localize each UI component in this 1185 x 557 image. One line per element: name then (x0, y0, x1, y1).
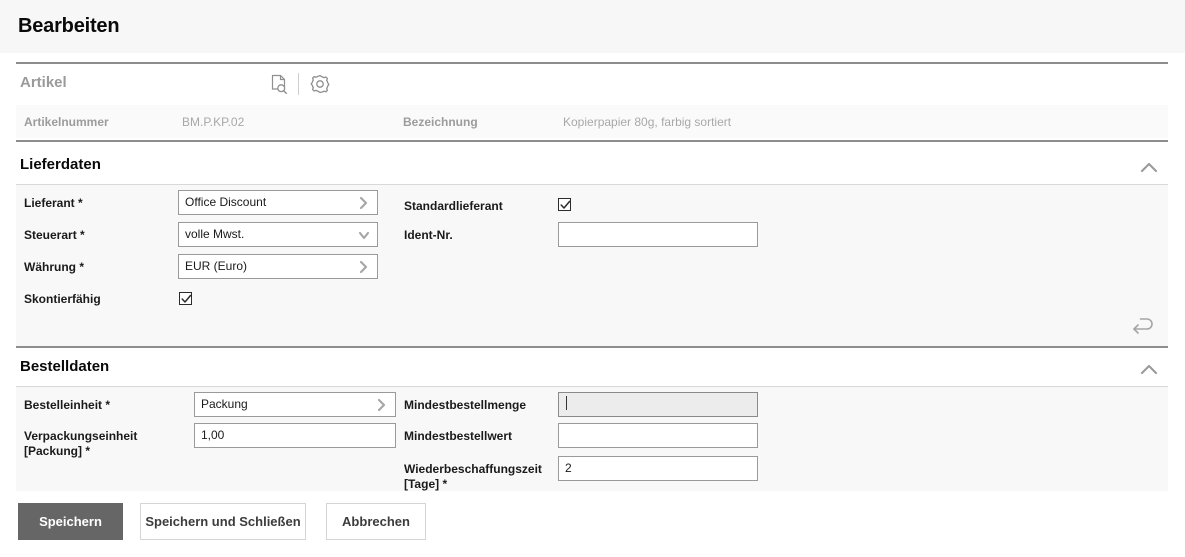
value-help-arrow-icon (357, 195, 371, 211)
undo-arrow-icon[interactable] (1130, 315, 1158, 337)
article-info-row: Artikelnummer BM.P.KP.02 Bezeichnung Kop… (16, 105, 1168, 138)
lieferant-required-marker: * (78, 196, 83, 210)
bestelldaten-section-header: Bestelldaten (16, 358, 1168, 384)
bestelldaten-title: Bestelldaten (20, 358, 110, 375)
bestelleinheit-input[interactable]: Packung (194, 392, 396, 417)
waehrung-label-text: Währung (24, 260, 76, 274)
save-and-close-button[interactable]: Speichern und Schließen (140, 503, 306, 540)
bestelldaten-panel: Bestelleinheit * Packung Verpackungseinh… (16, 387, 1168, 491)
waehrung-label: Währung * (24, 260, 84, 275)
waehrung-value: EUR (Euro) (185, 259, 248, 273)
verpackungseinheit-label-line1: Verpackungseinheit (24, 429, 138, 443)
article-section-header: Artikel (16, 64, 1168, 104)
wiederbeschaffungszeit-label-line1: Wiederbeschaffungszeit (404, 462, 542, 476)
skontierfaehig-checkbox[interactable] (179, 292, 192, 305)
divider-article-bottom (16, 140, 1168, 142)
article-description-label: Bezeichnung (403, 115, 478, 129)
skontierfaehig-label: Skontierfähig (24, 292, 101, 306)
steuerart-value: volle Mwst. (185, 227, 245, 241)
wiederbeschaffungszeit-label-line2: [Tage] * (404, 477, 448, 491)
steuerart-select[interactable]: volle Mwst. (178, 222, 378, 247)
verpackungseinheit-label-line2: [Packung] * (24, 444, 91, 458)
value-help-arrow-icon (375, 397, 389, 413)
chevron-down-icon (357, 227, 371, 243)
value-help-arrow-icon (357, 259, 371, 275)
lieferant-input[interactable]: Office Discount (178, 190, 378, 215)
wiederbeschaffungszeit-value: 2 (565, 461, 572, 475)
edit-article-dialog: Bearbeiten Artikel Artikelnummer BM.P.KP… (0, 0, 1185, 557)
steuerart-label: Steuerart * (24, 228, 85, 243)
article-number-label: Artikelnummer (24, 115, 109, 129)
dialog-titlebar: Bearbeiten (0, 0, 1185, 53)
verpackungseinheit-value: 1,00 (201, 428, 225, 442)
cancel-button[interactable]: Abbrechen (326, 503, 426, 540)
steuerart-label-text: Steuerart (24, 228, 77, 242)
mindestbestellwert-label: Mindestbestellwert (404, 429, 513, 443)
bestelleinheit-label-text: Bestelleinheit (24, 398, 103, 412)
bestelleinheit-label: Bestelleinheit * (24, 398, 110, 413)
waehrung-input[interactable]: EUR (Euro) (178, 254, 378, 279)
standardlieferant-checkbox[interactable] (558, 198, 571, 211)
steuerart-required-marker: * (80, 228, 85, 242)
save-button[interactable]: Speichern (18, 503, 123, 540)
text-caret (566, 396, 567, 410)
wiederbeschaffungszeit-label: Wiederbeschaffungszeit [Tage] * (404, 462, 554, 492)
bestelleinheit-required-marker: * (105, 398, 111, 412)
waehrung-required-marker: * (79, 260, 85, 274)
lieferdaten-section-header: Lieferdaten (16, 156, 1168, 182)
mindestbestellwert-input[interactable] (558, 423, 758, 448)
standardlieferant-label: Standardlieferant (404, 199, 503, 213)
page-title: Bearbeiten (18, 15, 120, 37)
bestelleinheit-value: Packung (201, 397, 248, 411)
article-number-value: BM.P.KP.02 (182, 115, 245, 129)
mindestbestellmenge-label: Mindestbestellmenge (404, 398, 527, 412)
document-search-icon[interactable] (264, 70, 292, 98)
wiederbeschaffungszeit-input[interactable]: 2 (558, 456, 758, 481)
divider-lieferdaten-bottom (16, 346, 1168, 348)
verpackungseinheit-label: Verpackungseinheit [Packung] * (24, 429, 189, 459)
icon-separator (298, 73, 299, 95)
lieferdaten-title: Lieferdaten (20, 156, 101, 173)
verpackungseinheit-input[interactable]: 1,00 (194, 423, 396, 448)
article-section-title: Artikel (20, 74, 67, 91)
chevron-up-icon[interactable] (1138, 360, 1160, 380)
mindestbestellmenge-input[interactable] (558, 392, 758, 417)
lieferant-value: Office Discount (185, 195, 267, 209)
gear-icon[interactable] (306, 70, 334, 98)
ident-nr-input[interactable] (558, 222, 758, 247)
ident-nr-label: Ident-Nr. (404, 228, 453, 242)
lieferant-label-text: Lieferant (24, 196, 75, 210)
article-description-value: Kopierpapier 80g, farbig sortiert (563, 115, 732, 129)
lieferant-label: Lieferant * (24, 196, 83, 211)
chevron-up-icon[interactable] (1138, 158, 1160, 178)
lieferdaten-panel: Lieferant * Office Discount Steuerart * … (16, 185, 1168, 346)
